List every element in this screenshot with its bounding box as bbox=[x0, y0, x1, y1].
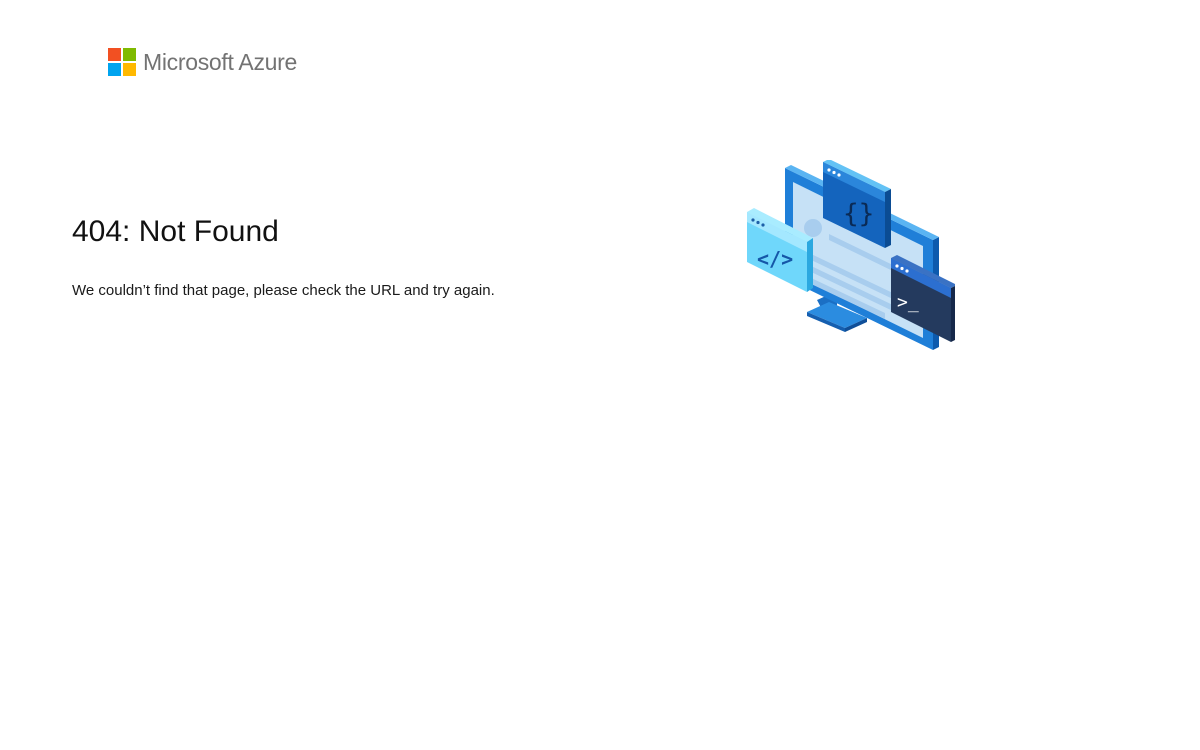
developer-windows-illustration: {} </> >_ bbox=[747, 160, 955, 350]
microsoft-logo-icon bbox=[108, 48, 136, 76]
logo-square-red bbox=[108, 48, 121, 61]
error-message: We couldn’t find that page, please check… bbox=[72, 282, 495, 299]
code-glyph: </> bbox=[757, 247, 793, 271]
brand-name: Microsoft Azure bbox=[143, 49, 297, 75]
error-title: 404: Not Found bbox=[72, 215, 279, 248]
logo-square-yellow bbox=[123, 63, 136, 76]
logo-square-blue bbox=[108, 63, 121, 76]
prompt-glyph: >_ bbox=[897, 292, 919, 313]
braces-glyph: {} bbox=[843, 199, 874, 229]
error-page: Microsoft Azure 404: Not Found We couldn… bbox=[0, 0, 1200, 750]
logo-square-green bbox=[123, 48, 136, 61]
azure-home-link[interactable]: Microsoft Azure bbox=[108, 48, 297, 76]
